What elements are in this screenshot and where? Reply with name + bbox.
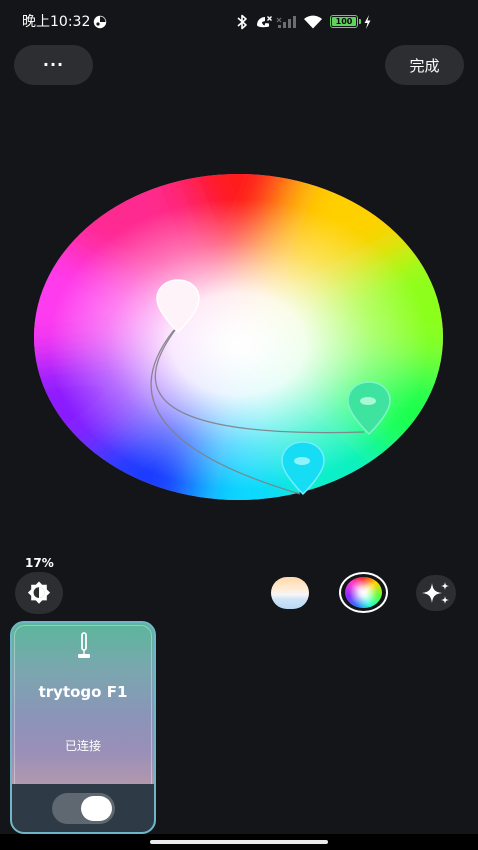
device-card[interactable]: trytogo F1 已连接 [10, 621, 156, 834]
call-icon [257, 16, 272, 28]
notification-icon [93, 15, 107, 29]
home-indicator[interactable] [150, 840, 328, 844]
power-toggle-knob [81, 796, 112, 821]
signal-icon [276, 16, 296, 28]
mode-effect-button[interactable] [416, 575, 456, 611]
done-button[interactable]: 完成 [385, 45, 464, 85]
wifi-icon [304, 15, 322, 29]
color-pin-green[interactable] [346, 380, 392, 436]
sparkle-icon [422, 582, 449, 604]
brightness-button[interactable] [15, 572, 63, 614]
power-toggle[interactable] [52, 793, 115, 824]
battery-level: 100 [332, 17, 356, 26]
more-icon: ··· [42, 55, 65, 74]
screen: 晚上10:32 100 ··· 完成 17% trytogo F1 已连接 [0, 0, 478, 850]
brightness-icon [27, 581, 51, 604]
status-bar: 晚上10:32 100 [0, 0, 478, 44]
color-wheel-canvas[interactable] [34, 174, 443, 500]
device-status: 已连接 [64, 739, 101, 753]
brightness-percent: 17% [25, 556, 54, 570]
bluetooth-icon [237, 14, 247, 30]
floor-lamp-icon [78, 632, 90, 658]
charging-icon [364, 15, 371, 29]
battery-icon: 100 [330, 15, 361, 28]
device-name: trytogo F1 [38, 683, 128, 701]
color-wheel[interactable] [34, 174, 443, 500]
mode-white-button[interactable] [271, 577, 309, 609]
color-pin-white[interactable] [155, 278, 201, 334]
done-button-label: 完成 [409, 56, 440, 75]
device-controls [12, 784, 154, 832]
more-button[interactable]: ··· [14, 45, 93, 85]
mode-color-button[interactable] [339, 572, 388, 613]
hue-ring [34, 174, 443, 500]
color-palette-icon [345, 577, 382, 608]
status-time: 晚上10:32 [22, 14, 91, 30]
color-pin-cyan[interactable] [280, 440, 326, 496]
